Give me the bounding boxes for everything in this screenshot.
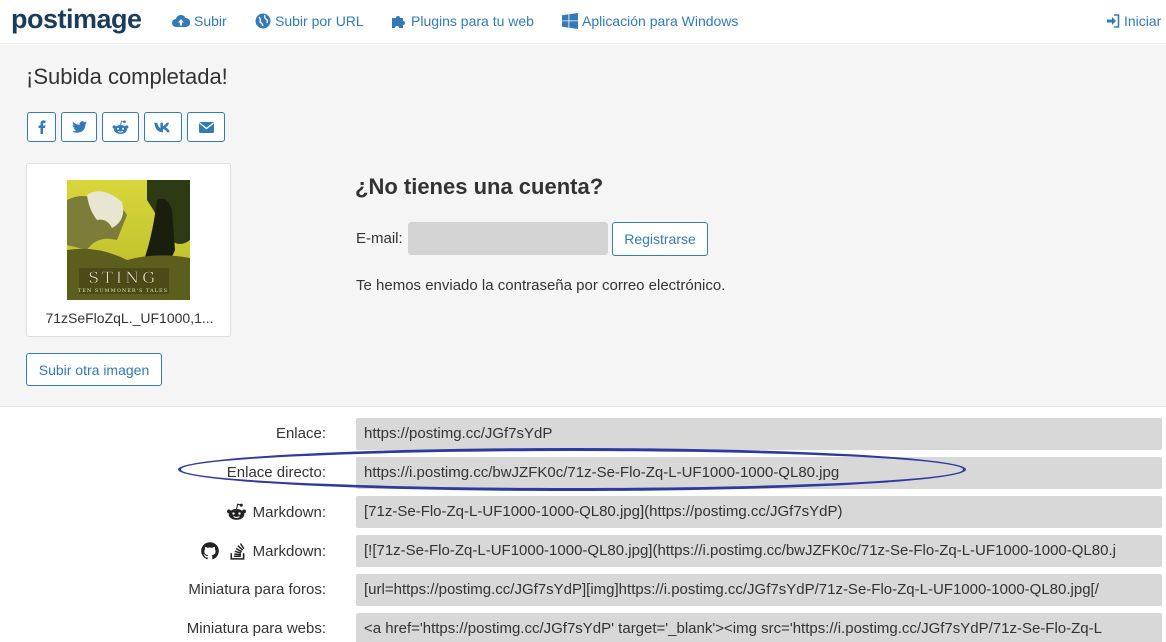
share-vk-button[interactable] bbox=[144, 112, 182, 142]
navbar: postimage Subir Subir por URL Plugins pa… bbox=[0, 0, 1166, 44]
logo[interactable]: postimage bbox=[11, 4, 142, 34]
share-reddit-button[interactable] bbox=[102, 112, 139, 142]
link-label: Enlace: bbox=[276, 425, 326, 442]
web-thumbnail-field[interactable]: <a href='https://postimg.cc/JGf7sYdP' ta… bbox=[356, 613, 1162, 642]
markdown-github-label-text: Markdown: bbox=[252, 542, 326, 560]
no-account-heading: ¿No tienes una cuenta? bbox=[355, 174, 604, 199]
nav-login[interactable]: Iniciar bbox=[1106, 11, 1161, 31]
album-cover-subtitle: TEN SUMMONER'S TALES bbox=[78, 288, 168, 294]
logo-text-image: image bbox=[66, 4, 142, 34]
album-cover-title: STING bbox=[88, 268, 158, 287]
password-sent-message: Te hemos enviado la contraseña por corre… bbox=[356, 277, 726, 294]
register-button[interactable]: Registrarse bbox=[612, 222, 708, 256]
album-cover-thumbnail[interactable]: STING TEN SUMMONER'S TALES bbox=[67, 180, 190, 300]
upload-summary: ¡Subida completada! STING TEN SUMMONER'S… bbox=[0, 45, 1166, 407]
direct-link-label: Enlace directo: bbox=[227, 464, 326, 481]
nav-plugins[interactable]: Plugins para tu web bbox=[390, 11, 534, 31]
nav-upload-url[interactable]: Subir por URL bbox=[255, 11, 364, 31]
puzzle-icon bbox=[392, 15, 405, 28]
forum-thumbnail-field[interactable]: [url=https://postimg.cc/JGf7sYdP][img]ht… bbox=[356, 574, 1162, 606]
windows-icon bbox=[562, 13, 578, 29]
reddit-icon bbox=[226, 503, 246, 520]
nav-windows-app[interactable]: Aplicación para Windows bbox=[562, 11, 738, 31]
email-field[interactable] bbox=[408, 222, 608, 255]
page-title: ¡Subida completada! bbox=[26, 64, 228, 89]
nav-upload[interactable]: Subir bbox=[172, 11, 227, 31]
markdown-reddit-label: Markdown: bbox=[226, 503, 326, 521]
cloud-upload-icon bbox=[172, 14, 190, 27]
vk-icon bbox=[153, 122, 170, 132]
email-label: E-mail: bbox=[356, 230, 403, 247]
github-icon bbox=[200, 542, 219, 560]
markdown-reddit-label-text: Markdown: bbox=[252, 503, 326, 521]
direct-link-field[interactable]: https://i.postimg.cc/bwJZFK0c/71z-Se-Flo… bbox=[356, 457, 1162, 489]
link-field[interactable]: https://postimg.cc/JGf7sYdP bbox=[356, 418, 1162, 450]
forum-thumbnail-label-text: Miniatura para foros: bbox=[188, 581, 326, 598]
globe-icon bbox=[255, 13, 271, 29]
forum-thumbnail-label: Miniatura para foros: bbox=[188, 581, 326, 598]
web-thumbnail-label-text: Miniatura para webs: bbox=[186, 620, 326, 637]
web-thumbnail-label: Miniatura para webs: bbox=[187, 620, 326, 637]
markdown-github-field[interactable]: [![71z-Se-Flo-Zq-L-UF1000-1000-QL80.jpg]… bbox=[356, 535, 1162, 567]
sign-in-icon bbox=[1107, 14, 1120, 28]
nav-plugins-label: Plugins para tu web bbox=[411, 13, 534, 29]
thumbnail-filename: 71zSeFloZqL._UF1000,1... bbox=[45, 310, 214, 326]
share-facebook-button[interactable] bbox=[27, 112, 56, 142]
nav-upload-url-label: Subir por URL bbox=[275, 13, 364, 29]
nav-login-label: Iniciar bbox=[1124, 13, 1162, 29]
image-thumbnail-card[interactable]: STING TEN SUMMONER'S TALES 71zSeFloZqL._… bbox=[26, 163, 231, 337]
reddit-icon bbox=[112, 119, 129, 134]
twitter-icon bbox=[71, 120, 87, 133]
direct-link-label-text: Enlace directo: bbox=[226, 464, 326, 481]
logo-text-post: post bbox=[11, 4, 67, 34]
nav-windows-app-label: Aplicación para Windows bbox=[582, 13, 739, 29]
share-email-button[interactable] bbox=[187, 112, 225, 142]
markdown-github-label: Markdown: bbox=[200, 542, 326, 560]
nav-upload-label: Subir bbox=[194, 13, 227, 29]
facebook-icon bbox=[38, 120, 45, 134]
upload-another-image-button[interactable]: Subir otra imagen bbox=[26, 353, 162, 386]
share-twitter-button[interactable] bbox=[61, 112, 97, 142]
markdown-reddit-field[interactable]: [71z-Se-Flo-Zq-L-UF1000-1000-QL80.jpg](h… bbox=[356, 496, 1162, 528]
link-label-text: Enlace: bbox=[275, 425, 326, 442]
stackoverflow-icon bbox=[230, 543, 245, 560]
envelope-icon bbox=[198, 121, 214, 133]
